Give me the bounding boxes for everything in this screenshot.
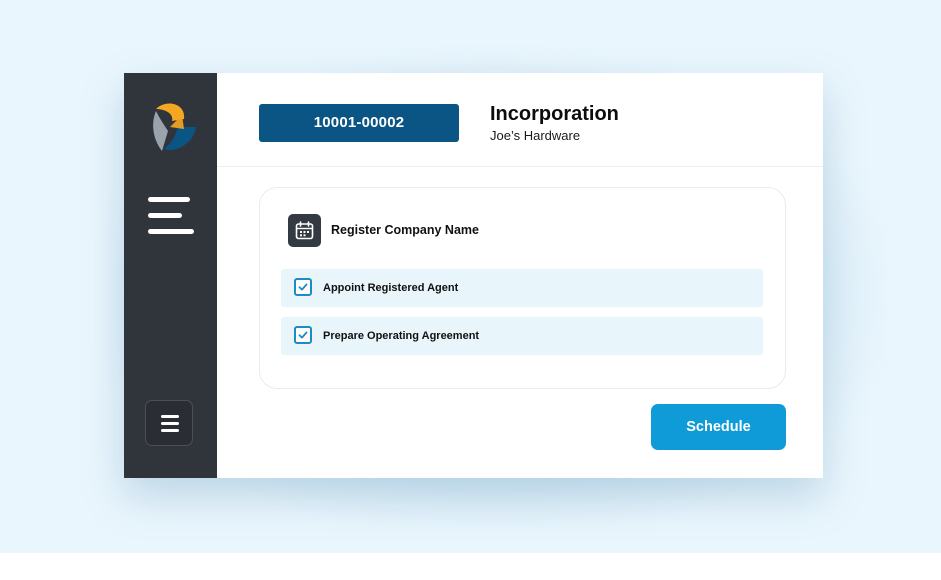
menu-icon: [161, 415, 179, 418]
schedule-button[interactable]: Schedule: [651, 404, 786, 450]
app-window: 10001-00002 Incorporation Joe’s Hardware…: [124, 73, 823, 478]
company-name: Joe’s Hardware: [490, 128, 581, 143]
hamburger-icon[interactable]: [148, 197, 194, 237]
header-divider: [217, 166, 823, 167]
check-icon: [298, 331, 308, 339]
case-id-badge: 10001-00002: [259, 104, 459, 142]
subtask-row[interactable]: Prepare Operating Agreement: [281, 317, 763, 355]
check-icon: [298, 283, 308, 291]
task-card: Register Company Name Appoint Registered…: [259, 187, 786, 389]
menu-button[interactable]: [145, 400, 193, 446]
subtask-checkbox[interactable]: [294, 278, 312, 296]
task-title: Register Company Name: [331, 223, 479, 237]
subtask-label: Appoint Registered Agent: [323, 282, 459, 294]
brand-logo[interactable]: [150, 101, 198, 153]
subtask-row[interactable]: Appoint Registered Agent: [281, 269, 763, 307]
subtask-checkbox[interactable]: [294, 326, 312, 344]
sidebar: [124, 73, 217, 478]
calendar-icon[interactable]: [288, 214, 321, 247]
subtask-label: Prepare Operating Agreement: [323, 330, 480, 342]
page-title: Incorporation: [490, 103, 619, 125]
